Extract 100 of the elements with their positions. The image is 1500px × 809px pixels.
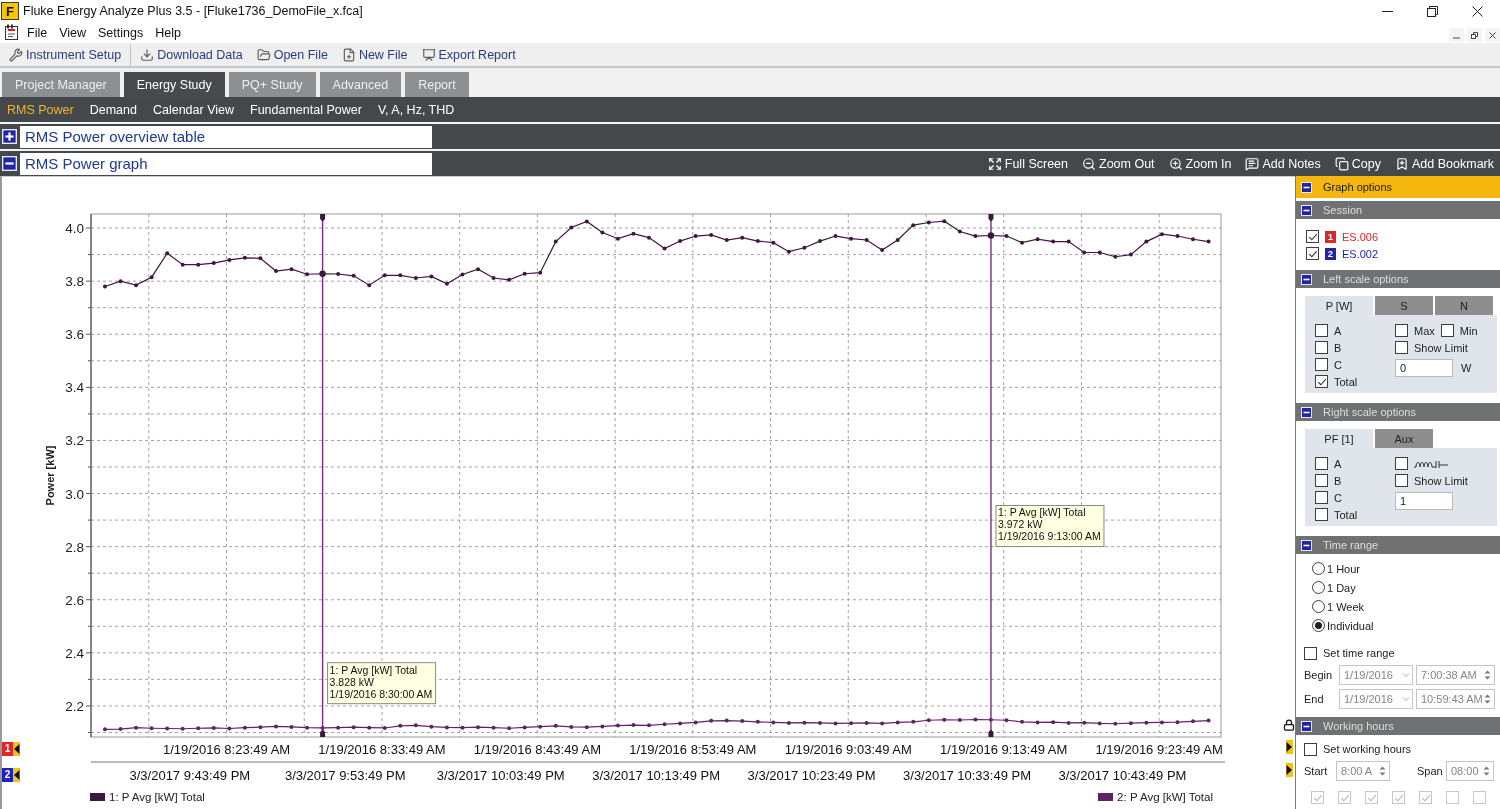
panel-header[interactable]: Time range (1296, 536, 1500, 554)
section-title[interactable]: RMS Power overview table (20, 125, 432, 148)
lock-icon[interactable] (1283, 719, 1295, 731)
data-point (740, 719, 745, 724)
data-point (973, 234, 978, 239)
document-icon[interactable] (4, 24, 20, 41)
time-field[interactable]: 7:00:38 AM (1416, 665, 1495, 685)
section-title[interactable]: RMS Power graph (20, 152, 432, 175)
view-tab[interactable]: Demand (84, 98, 148, 121)
time-field[interactable]: 08:00 (1446, 761, 1494, 781)
toolbar-button[interactable]: Download Data (133, 43, 250, 66)
minus-icon[interactable] (1301, 181, 1312, 193)
restore-icon[interactable] (1471, 31, 1478, 39)
panel-header[interactable]: Right scale options (1296, 403, 1500, 421)
close-icon[interactable] (1489, 31, 1496, 39)
radio-button[interactable] (1312, 619, 1325, 632)
view-tab[interactable]: V, A, Hz, THD (372, 98, 466, 121)
scale-tab[interactable]: PF [1] (1305, 429, 1373, 448)
restore-icon[interactable] (1427, 5, 1438, 17)
view-tab[interactable]: Calendar View (147, 98, 245, 121)
cursor-handle-icon[interactable] (320, 214, 326, 222)
toolbar-button[interactable]: Open File (249, 43, 335, 66)
checkbox[interactable] (1315, 491, 1328, 504)
graph-tool-button[interactable]: Add Notes (1241, 152, 1325, 175)
session-marker[interactable]: 1 (2, 741, 13, 756)
time-field[interactable]: 10:59:43 AM (1416, 689, 1495, 709)
checkbox[interactable] (1315, 375, 1328, 388)
data-point (413, 723, 418, 728)
radio-button[interactable] (1312, 581, 1325, 594)
x-axis-label: 3/3/2017 10:13:49 PM (592, 768, 721, 783)
date-field[interactable]: 1/19/2016 (1339, 689, 1413, 709)
checkbox[interactable] (1395, 474, 1408, 487)
checkbox[interactable] (1395, 457, 1408, 470)
checkbox[interactable] (1315, 457, 1328, 470)
toolbar-button[interactable]: Instrument Setup (2, 43, 129, 66)
graph-tool-button[interactable]: Zoom In (1164, 152, 1236, 175)
data-point (227, 257, 232, 262)
tab[interactable]: Energy Study (123, 72, 225, 97)
close-icon[interactable] (1472, 5, 1483, 17)
panel-header[interactable]: Graph options (1296, 176, 1500, 198)
scale-tab[interactable]: N (1435, 296, 1493, 315)
data-point (491, 276, 496, 280)
spinner-icon[interactable] (1482, 764, 1491, 778)
left-arrow-icon[interactable] (13, 767, 20, 782)
menu-item[interactable]: File (22, 23, 53, 42)
scale-tab[interactable]: P [W] (1305, 296, 1373, 315)
checkbox[interactable] (1315, 341, 1328, 354)
checkbox[interactable] (1395, 341, 1408, 354)
minus-icon[interactable] (1301, 204, 1312, 216)
date-field[interactable]: 1/19/2016 (1339, 665, 1413, 685)
view-tab[interactable]: Fundamental Power (245, 98, 373, 121)
spinner-icon[interactable] (1378, 764, 1387, 778)
zoom-out-icon (1082, 156, 1096, 171)
checkbox[interactable] (1306, 230, 1319, 243)
checkbox[interactable] (1395, 324, 1408, 337)
checkbox[interactable] (1304, 742, 1317, 756)
minus-icon[interactable] (2, 156, 17, 171)
checkbox[interactable] (1315, 324, 1328, 337)
spinner-icon[interactable] (1483, 668, 1492, 682)
right-arrow-icon[interactable] (1285, 763, 1293, 777)
plus-icon[interactable] (2, 129, 17, 144)
cursor-handle-icon[interactable] (988, 729, 994, 737)
limit-field[interactable]: 1 (1395, 492, 1453, 510)
checkbox[interactable] (1440, 324, 1454, 337)
radio-button[interactable] (1312, 562, 1325, 575)
toolbar-button[interactable]: Export Report (414, 43, 523, 66)
checkbox[interactable] (1315, 474, 1328, 487)
panel-header[interactable]: Working hours (1296, 717, 1500, 735)
scale-tab[interactable]: S (1375, 296, 1433, 315)
data-point (118, 279, 123, 284)
checkbox[interactable] (1315, 508, 1328, 521)
cursor-readout: 1: P Avg [kW] Total 3.828 kW 1/19/2016 8:30:00 AM (327, 662, 437, 705)
checkbox[interactable] (1306, 247, 1319, 260)
cursor-handle-icon[interactable] (320, 729, 326, 737)
checkbox[interactable] (1315, 358, 1328, 371)
minus-icon[interactable] (1301, 273, 1312, 285)
radio-button[interactable] (1312, 600, 1325, 613)
menu-item[interactable]: Settings (93, 23, 149, 42)
toolbar-button[interactable]: New File (334, 43, 415, 66)
menu-item[interactable]: Help (150, 23, 186, 42)
cursor-handle-icon[interactable] (988, 214, 994, 222)
right-arrow-icon[interactable] (1285, 740, 1293, 754)
scale-tab[interactable]: Aux (1375, 429, 1433, 448)
limit-field[interactable]: 0 (1395, 359, 1453, 377)
panel-header[interactable]: Left scale options (1296, 270, 1500, 288)
spinner-icon[interactable] (1483, 692, 1492, 706)
graph-tool-button[interactable]: Add Bookmark (1391, 152, 1498, 175)
session-marker[interactable]: 2 (2, 767, 13, 782)
menu-item[interactable]: View (54, 23, 92, 42)
graph-tool-button[interactable]: Full Screen (983, 152, 1072, 175)
minus-icon[interactable] (1301, 406, 1312, 418)
minus-icon[interactable] (1301, 720, 1312, 732)
checkbox[interactable] (1304, 646, 1317, 660)
left-arrow-icon[interactable] (13, 741, 20, 756)
time-field[interactable]: 8:00 A (1336, 761, 1390, 781)
panel-header[interactable]: Session (1296, 201, 1500, 219)
minus-icon[interactable] (1301, 539, 1312, 551)
view-tab[interactable]: RMS Power (2, 98, 85, 121)
graph-tool-button[interactable]: Copy (1330, 152, 1385, 175)
graph-tool-button[interactable]: Zoom Out (1078, 152, 1159, 175)
